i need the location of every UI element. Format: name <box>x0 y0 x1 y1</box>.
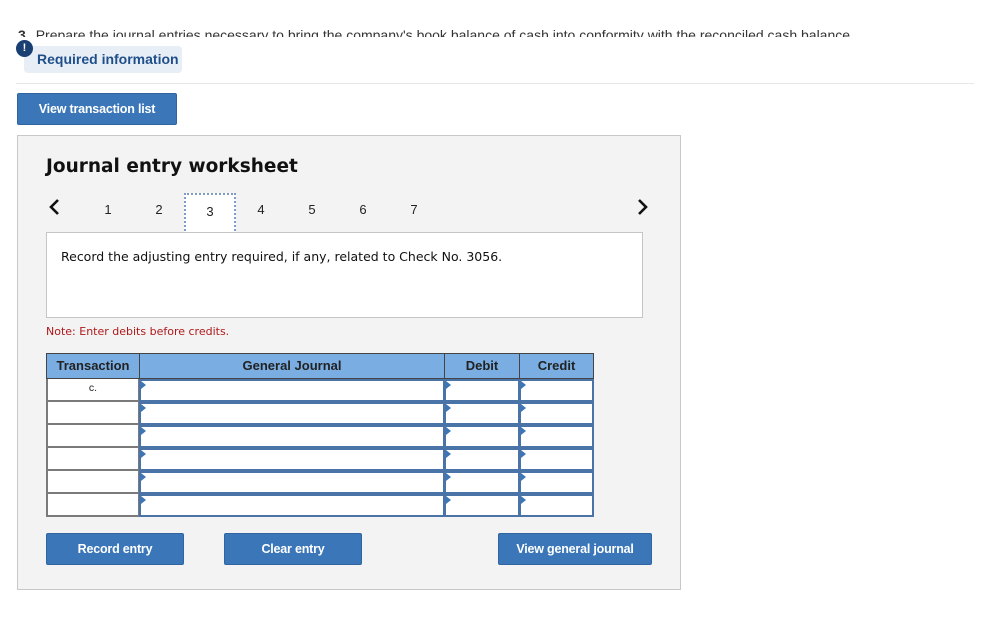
credit-input[interactable] <box>519 448 594 471</box>
dropdown-indicator-icon <box>446 427 451 435</box>
header-general-journal: General Journal <box>139 353 445 379</box>
dropdown-indicator-icon <box>521 450 526 458</box>
credit-input[interactable] <box>519 494 594 517</box>
journal-row: c. <box>46 379 594 402</box>
journal-row <box>46 425 594 448</box>
credit-input[interactable] <box>519 402 594 425</box>
transaction-cell <box>46 448 140 471</box>
divider <box>16 83 974 84</box>
transaction-cell <box>46 425 140 448</box>
entry-prompt: Record the adjusting entry required, if … <box>46 232 643 318</box>
dropdown-indicator-icon <box>141 404 146 412</box>
journal-row <box>46 494 594 517</box>
chevron-right-icon[interactable] <box>637 198 649 216</box>
transaction-cell <box>46 402 140 425</box>
dropdown-indicator-icon <box>446 381 451 389</box>
header-transaction: Transaction <box>46 353 140 379</box>
dropdown-indicator-icon <box>446 496 451 504</box>
dropdown-indicator-icon <box>521 404 526 412</box>
credit-input[interactable] <box>519 471 594 494</box>
credit-input[interactable] <box>519 379 594 402</box>
account-input[interactable] <box>139 494 445 517</box>
dropdown-indicator-icon <box>446 450 451 458</box>
page-1-tab[interactable]: 1 <box>82 193 134 235</box>
page-6-tab[interactable]: 6 <box>337 193 389 235</box>
page-7-tab[interactable]: 7 <box>388 193 440 235</box>
view-transaction-list-button[interactable]: View transaction list <box>17 93 177 125</box>
dropdown-indicator-icon <box>521 381 526 389</box>
page-4-tab[interactable]: 4 <box>235 193 287 235</box>
header-debit: Debit <box>444 353 520 379</box>
question-body: Prepare the journal entries necessary to… <box>35 27 854 37</box>
worksheet-title: Journal entry worksheet <box>46 156 298 177</box>
dropdown-indicator-icon <box>446 473 451 481</box>
question-text: 3. Prepare the journal entries necessary … <box>18 25 978 37</box>
dropdown-indicator-icon <box>141 496 146 504</box>
clear-entry-button[interactable]: Clear entry <box>224 533 362 565</box>
debit-input[interactable] <box>444 425 520 448</box>
account-input[interactable] <box>139 379 445 402</box>
transaction-cell <box>46 494 140 517</box>
dropdown-indicator-icon <box>141 473 146 481</box>
dropdown-indicator-icon <box>521 473 526 481</box>
prompt-text: Record the adjusting entry required, if … <box>61 249 503 264</box>
debit-input[interactable] <box>444 471 520 494</box>
journal-row <box>46 448 594 471</box>
chevron-left-icon[interactable] <box>48 198 60 216</box>
debit-input[interactable] <box>444 402 520 425</box>
record-entry-button[interactable]: Record entry <box>46 533 184 565</box>
journal-entry-worksheet: Journal entry worksheet 1234567 Record t… <box>17 135 681 590</box>
account-input[interactable] <box>139 425 445 448</box>
dropdown-indicator-icon <box>521 496 526 504</box>
journal-row <box>46 402 594 425</box>
account-input[interactable] <box>139 448 445 471</box>
alert-icon: ! <box>16 40 33 57</box>
dropdown-indicator-icon <box>521 427 526 435</box>
credit-input[interactable] <box>519 425 594 448</box>
required-information-label: Required information <box>37 51 179 67</box>
page-2-tab[interactable]: 2 <box>133 193 185 235</box>
debits-note: Note: Enter debits before credits. <box>46 325 230 338</box>
page-5-tab[interactable]: 5 <box>286 193 338 235</box>
debit-input[interactable] <box>444 448 520 471</box>
account-input[interactable] <box>139 471 445 494</box>
dropdown-indicator-icon <box>141 381 146 389</box>
page-3-tab[interactable]: 3 <box>184 193 236 235</box>
dropdown-indicator-icon <box>141 450 146 458</box>
view-general-journal-button[interactable]: View general journal <box>498 533 652 565</box>
debit-input[interactable] <box>444 494 520 517</box>
account-input[interactable] <box>139 402 445 425</box>
dropdown-indicator-icon <box>141 427 146 435</box>
transaction-cell <box>46 471 140 494</box>
transaction-cell: c. <box>46 379 140 402</box>
dropdown-indicator-icon <box>446 404 451 412</box>
journal-row <box>46 471 594 494</box>
header-credit: Credit <box>519 353 594 379</box>
debit-input[interactable] <box>444 379 520 402</box>
question-number: 3. <box>18 27 30 37</box>
required-information-tab[interactable]: Required information <box>24 46 182 73</box>
